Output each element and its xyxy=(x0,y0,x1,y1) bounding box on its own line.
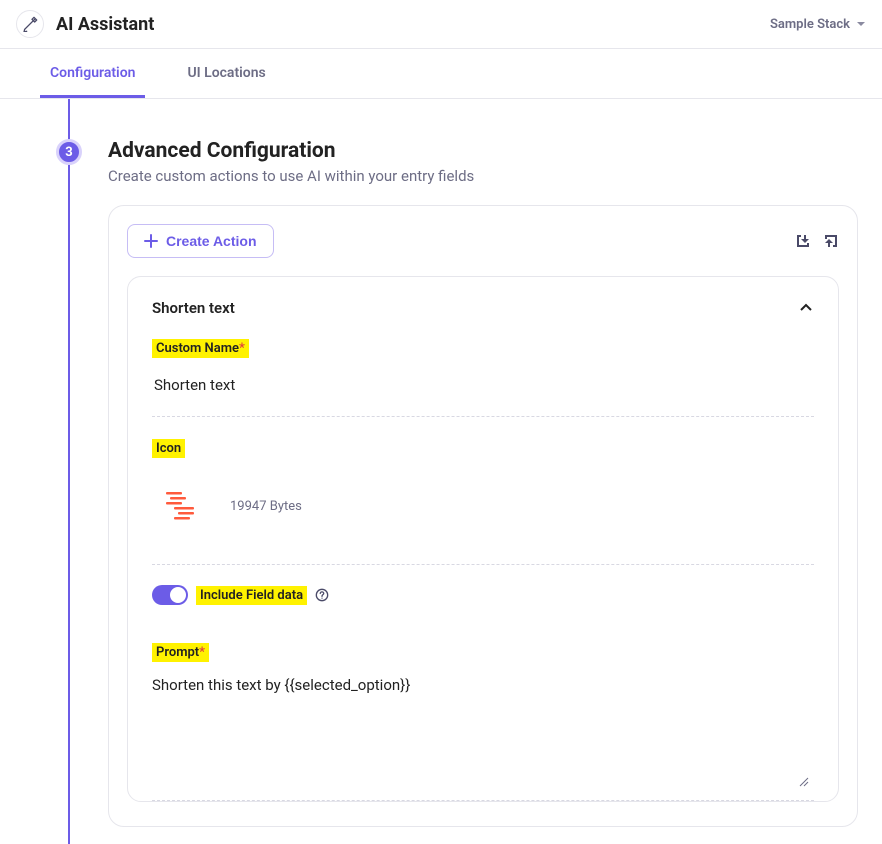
caret-down-icon xyxy=(856,19,866,29)
chevron-up-icon[interactable] xyxy=(798,300,814,316)
prompt-textarea[interactable]: Shorten this text by {{selected_option}} xyxy=(152,676,814,776)
custom-name-input[interactable]: Shorten text xyxy=(152,358,814,416)
step-timeline xyxy=(68,99,70,844)
stack-selector[interactable]: Sample Stack xyxy=(770,17,866,32)
icon-file-size: 19947 Bytes xyxy=(230,499,302,514)
stack-selector-label: Sample Stack xyxy=(770,17,850,32)
label-include-field-data: Include Field data xyxy=(196,586,307,605)
divider xyxy=(152,800,814,801)
include-field-data-toggle[interactable] xyxy=(152,585,188,605)
resize-handle-icon[interactable] xyxy=(152,776,814,792)
export-icon[interactable] xyxy=(823,233,839,249)
section-description: Create custom actions to use AI within y… xyxy=(108,167,858,185)
action-icon-preview[interactable] xyxy=(152,476,212,536)
actions-card: Create Action Shorten text xyxy=(108,205,858,827)
label-custom-name: Custom Name* xyxy=(152,339,249,358)
tab-ui-locations[interactable]: UI Locations xyxy=(177,49,275,98)
label-prompt: Prompt* xyxy=(152,643,209,662)
action-item-title: Shorten text xyxy=(152,299,235,317)
create-action-label: Create Action xyxy=(166,233,257,249)
import-icon[interactable] xyxy=(795,233,811,249)
plus-icon xyxy=(144,234,158,248)
step-number-badge: 3 xyxy=(56,139,82,165)
create-action-button[interactable]: Create Action xyxy=(127,224,274,258)
help-icon[interactable] xyxy=(315,588,329,602)
action-item: Shorten text Custom Name* Shorten text xyxy=(127,276,839,802)
label-icon: Icon xyxy=(152,439,185,458)
page-title: AI Assistant xyxy=(56,14,154,35)
tab-configuration[interactable]: Configuration xyxy=(40,49,145,98)
section-title: Advanced Configuration xyxy=(108,139,858,163)
app-logo-icon xyxy=(16,10,44,38)
